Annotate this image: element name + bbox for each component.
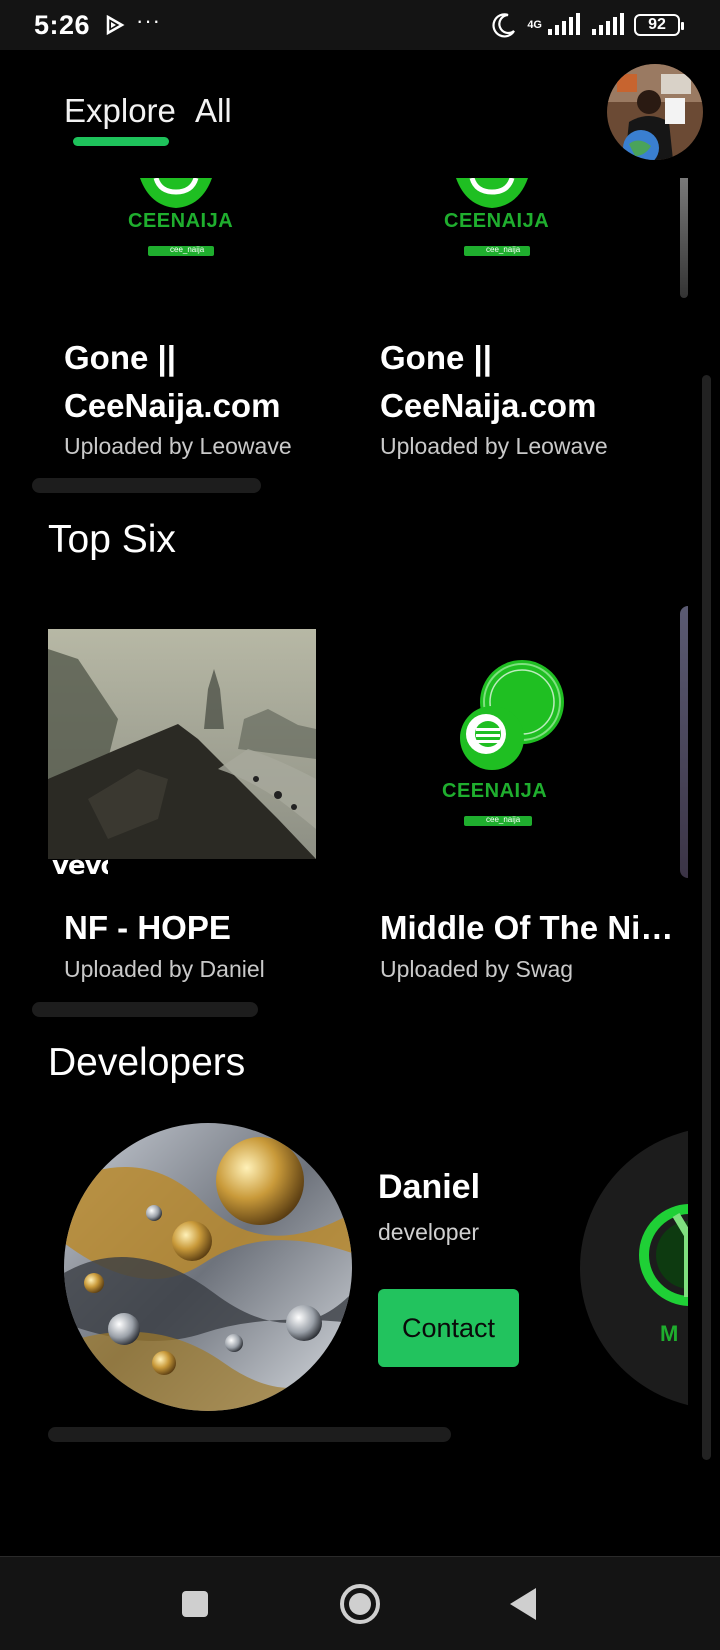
- contact-button[interactable]: Contact: [378, 1289, 519, 1367]
- back-icon: [510, 1588, 536, 1620]
- card-thumbnail[interactable]: [48, 629, 316, 859]
- next-card-peek[interactable]: [680, 178, 688, 298]
- abstract-gold-silver-art: [64, 1123, 352, 1411]
- developer-avatar[interactable]: [64, 1123, 352, 1411]
- battery-icon: 92: [634, 14, 684, 36]
- tab-all[interactable]: All: [195, 92, 232, 130]
- card-thumbnail[interactable]: CEENAIJA cee_naija: [120, 177, 250, 260]
- battery-level: 92: [648, 16, 666, 33]
- developer-name: Daniel: [378, 1168, 481, 1206]
- logo-text: CEENAIJA: [442, 780, 548, 802]
- home-icon: [340, 1584, 380, 1624]
- logo-handle: cee_naija: [170, 245, 205, 254]
- status-time: 5:26: [34, 10, 91, 40]
- developer-logo-avatar: [580, 1130, 688, 1406]
- card-thumbnail[interactable]: CEENAIJA cee_naija: [436, 177, 566, 260]
- signal-icon: [592, 13, 624, 35]
- logo-handle: cee_naija: [486, 245, 521, 254]
- vertical-scrollbar[interactable]: [702, 375, 711, 1460]
- profile-photo: [607, 64, 703, 160]
- card-title[interactable]: NF - HOPE: [64, 904, 231, 952]
- horizontal-scrollbar[interactable]: [32, 478, 261, 493]
- logo-handle-bar: cee_naija: [464, 815, 532, 826]
- play-icon: [106, 14, 125, 36]
- status-more-dots: ···: [136, 8, 161, 33]
- network-type: 4G: [527, 19, 542, 31]
- signal-icon: [548, 13, 580, 35]
- section-title-top-six: Top Six: [48, 518, 176, 561]
- logo-handle: cee_naija: [486, 815, 521, 824]
- recent-apps-icon: [182, 1591, 208, 1617]
- card-thumbnail[interactable]: CEENAIJA cee_naija: [436, 658, 566, 830]
- system-navigation-bar: [0, 1556, 720, 1650]
- vevo-logo: vevo: [52, 851, 108, 880]
- logo-text: CEENAIJA: [128, 210, 234, 232]
- moon-icon: [492, 13, 516, 38]
- card-title[interactable]: Gone ||: [64, 334, 176, 382]
- tab-explore[interactable]: Explore: [64, 92, 176, 130]
- card-uploader: Uploaded by Leowave: [64, 433, 292, 459]
- developer-logo-text: M: [660, 1321, 683, 1346]
- card-uploader: Uploaded by Daniel: [64, 956, 265, 982]
- home-button[interactable]: [330, 1557, 390, 1650]
- cliff-landscape-image: [48, 629, 316, 859]
- recent-apps-button[interactable]: [165, 1557, 225, 1650]
- next-card-peek[interactable]: [680, 606, 688, 878]
- vevo-watermark: vevo: [52, 851, 108, 880]
- card-title[interactable]: CeeNaija.com: [380, 382, 596, 430]
- logo-handle-bar: cee_naija: [464, 245, 530, 256]
- status-icons: 4G 92: [491, 10, 684, 40]
- card-title[interactable]: Gone ||: [380, 334, 492, 382]
- horizontal-scrollbar[interactable]: [32, 1002, 258, 1017]
- card-uploader: Uploaded by Swag: [380, 956, 574, 982]
- card-title[interactable]: Middle Of The Ni…: [380, 904, 673, 952]
- ceenaija-logo: [460, 660, 564, 770]
- developer-role: developer: [378, 1219, 480, 1245]
- logo-handle-bar: cee_naija: [148, 245, 214, 256]
- card-uploader: Uploaded by Leowave: [380, 433, 608, 459]
- status-bar: 5:26 ··· 4G 92: [0, 0, 720, 50]
- horizontal-scrollbar[interactable]: [48, 1427, 451, 1442]
- back-button[interactable]: [494, 1557, 554, 1650]
- profile-avatar[interactable]: [607, 64, 703, 160]
- section-title-developers: Developers: [48, 1041, 246, 1084]
- logo-text: CEENAIJA: [444, 210, 550, 232]
- next-developer-peek[interactable]: M: [580, 1127, 688, 1409]
- active-tab-indicator: [73, 137, 169, 146]
- card-title[interactable]: CeeNaija.com: [64, 382, 280, 430]
